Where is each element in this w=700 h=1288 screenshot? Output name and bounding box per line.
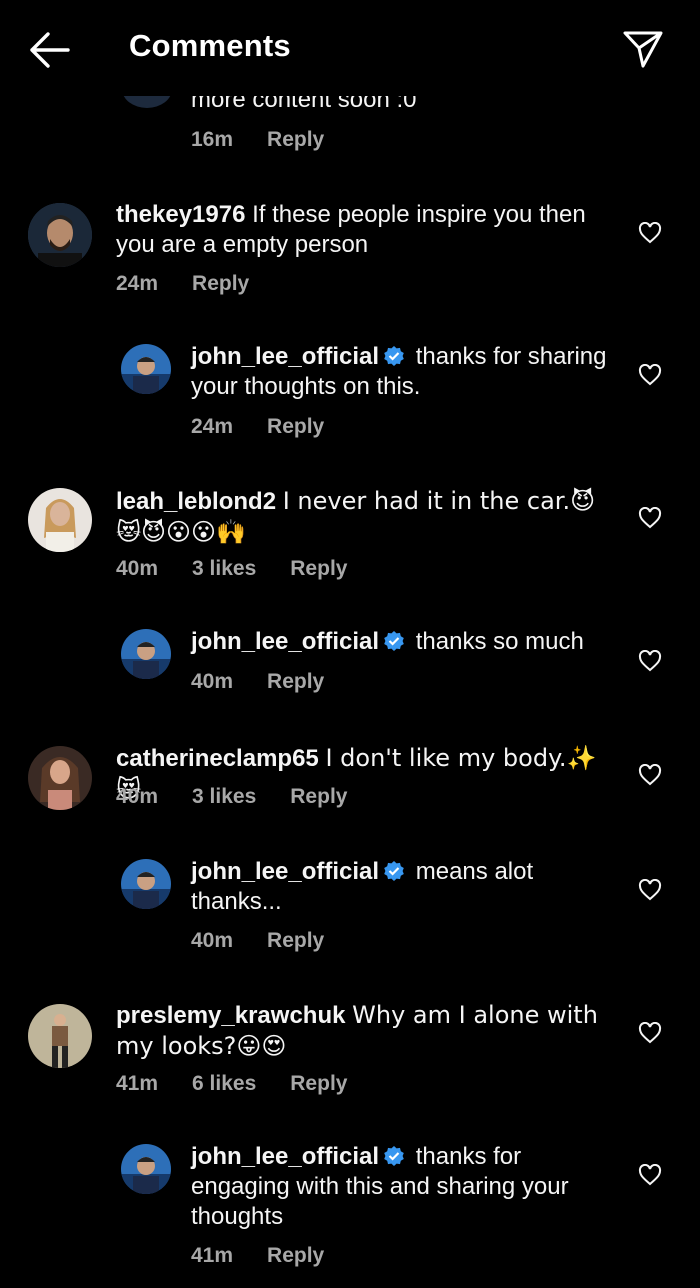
reply-button[interactable]: Reply [290, 1072, 347, 1095]
reply-button[interactable]: Reply [290, 785, 347, 808]
comment-body: john_lee_official thanks for engaging wi… [191, 1142, 611, 1232]
comment-meta: 40m 3 likes Reply [116, 785, 381, 809]
comments-list: more content soon :0 16m Reply thekey1976… [0, 0, 700, 1288]
username[interactable]: catherineclamp65 [116, 745, 319, 772]
reply-button[interactable]: Reply [192, 272, 249, 295]
avatar[interactable] [28, 488, 92, 552]
comment-meta: 40m Reply [191, 929, 358, 953]
reply-button[interactable]: Reply [267, 415, 324, 438]
comment-body: thekey1976 If these people inspire you t… [116, 200, 616, 260]
verified-badge-icon [384, 631, 404, 651]
comment-body: preslemy_krawchuk Why am I alone with my… [116, 1000, 616, 1062]
avatar[interactable] [121, 629, 171, 679]
reply-button[interactable]: Reply [267, 929, 324, 952]
comment-meta: 24m Reply [116, 272, 283, 296]
comment-time: 40m [116, 785, 159, 808]
reply-button[interactable]: Reply [267, 1244, 324, 1267]
reply-button[interactable]: Reply [267, 670, 324, 693]
comment-time: 41m [116, 1072, 159, 1095]
comment-meta: 40m Reply [191, 670, 358, 694]
comment-time: 16m [191, 128, 234, 151]
comment-time: 24m [191, 415, 234, 438]
comment-time: 40m [191, 670, 234, 693]
comment-text: thanks so much [415, 628, 584, 655]
like-heart-icon[interactable] [638, 507, 662, 529]
verified-badge-icon [384, 861, 404, 881]
comment-time: 40m [191, 929, 234, 952]
send-icon[interactable] [622, 28, 664, 70]
verified-badge-icon [384, 346, 404, 366]
avatar[interactable] [121, 344, 171, 394]
reply-button[interactable]: Reply [267, 128, 324, 151]
like-count[interactable]: 3 likes [192, 557, 256, 580]
reply-button[interactable]: Reply [290, 557, 347, 580]
username[interactable]: john_lee_official [191, 1143, 379, 1170]
username[interactable]: john_lee_official [191, 858, 379, 885]
comment-meta: 41m Reply [191, 1244, 358, 1268]
like-count[interactable]: 6 likes [192, 1072, 256, 1095]
comment-body: john_lee_official thanks so much [191, 627, 611, 657]
verified-badge-icon [384, 1146, 404, 1166]
like-heart-icon[interactable] [638, 650, 662, 672]
comment-meta: 16m Reply [191, 128, 358, 152]
like-heart-icon[interactable] [638, 364, 662, 386]
comment-meta: 40m 3 likes Reply [116, 557, 381, 581]
comment-time: 40m [116, 557, 159, 580]
avatar[interactable] [28, 1004, 92, 1068]
comment-meta: 41m 6 likes Reply [116, 1072, 381, 1096]
back-arrow-icon[interactable] [28, 30, 70, 70]
username[interactable]: john_lee_official [191, 628, 379, 655]
comment-body: john_lee_official means alot thanks... [191, 857, 611, 917]
comment-time: 24m [116, 272, 159, 295]
avatar[interactable] [28, 203, 92, 267]
page-title: Comments [129, 28, 291, 63]
comment-meta: 24m Reply [191, 415, 358, 439]
like-heart-icon[interactable] [638, 879, 662, 901]
username[interactable]: preslemy_krawchuk [116, 1002, 345, 1029]
like-heart-icon[interactable] [638, 222, 662, 244]
comment-body: john_lee_official thanks for sharing you… [191, 342, 611, 402]
username[interactable]: thekey1976 [116, 201, 245, 228]
comment-body: leah_leblond2 I never had it in the car.… [116, 486, 616, 548]
avatar[interactable] [121, 859, 171, 909]
username[interactable]: john_lee_official [191, 343, 379, 370]
comment-time: 41m [191, 1244, 234, 1267]
avatar[interactable] [28, 746, 92, 810]
username[interactable]: leah_leblond2 [116, 488, 276, 515]
like-heart-icon[interactable] [638, 1164, 662, 1186]
top-bar: Comments [0, 0, 700, 96]
like-heart-icon[interactable] [638, 764, 662, 786]
like-count[interactable]: 3 likes [192, 785, 256, 808]
like-heart-icon[interactable] [638, 1022, 662, 1044]
avatar[interactable] [121, 1144, 171, 1194]
